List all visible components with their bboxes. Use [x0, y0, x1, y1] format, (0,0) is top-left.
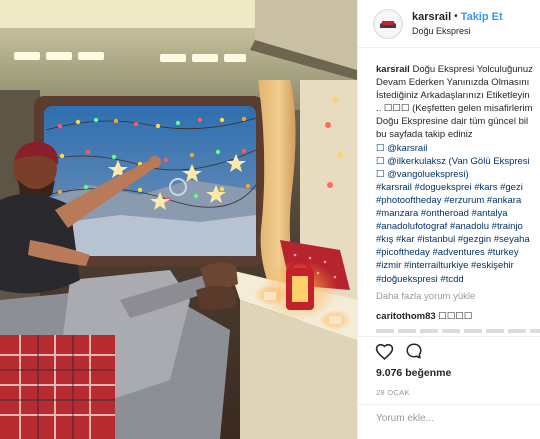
- mention-link[interactable]: ☐ @vangoluekspresi): [376, 168, 540, 181]
- caption-line: İstediğiniz Arkadaşlarınızı Etiketleyin: [376, 90, 530, 102]
- follow-button[interactable]: Takip Et: [461, 10, 503, 24]
- comment-item: caritothom83 ☐☐☐☐: [376, 311, 472, 322]
- hashtag-line[interactable]: #anadolufotograf #anadolu #trainjo: [376, 220, 540, 233]
- comment-text: ☐☐☐☐: [438, 311, 473, 322]
- header-username[interactable]: karsrail: [412, 10, 451, 24]
- comment-username[interactable]: caritothom83: [376, 311, 436, 322]
- hashtag-line[interactable]: #karsrail #dogueksprei #kars #gezi: [376, 181, 540, 194]
- caption-text: Doğu Ekspresi Yolculuğunuz: [412, 64, 533, 75]
- caption-line: bu sayfada takip ediniz: [376, 129, 473, 141]
- caption-line: Doğu Ekspresine dair tüm güncel bil: [376, 116, 529, 128]
- post-image[interactable]: [0, 0, 357, 439]
- post-sidebar: karsrail • Takip Et Doğu Ekspresi karsra…: [357, 0, 540, 439]
- comment-form: [358, 404, 540, 439]
- hashtag-line[interactable]: #photooftheday #erzurum #ankara: [376, 194, 540, 207]
- mention-link[interactable]: ☐ @karsrail: [376, 142, 540, 155]
- location-link[interactable]: Doğu Ekspresi: [412, 24, 503, 38]
- post-date[interactable]: 28 OCAK: [376, 388, 410, 397]
- heart-icon[interactable]: [374, 341, 394, 361]
- caption-username[interactable]: karsrail: [376, 64, 410, 75]
- hashtag-line[interactable]: #kış #kar #istanbul #gezgin #seyaha: [376, 233, 540, 246]
- mention-link[interactable]: ☐ @ilkerkulaksz (Van Gölü Ekspresi: [376, 155, 540, 168]
- divider: [358, 336, 540, 337]
- hashtag-line[interactable]: #manzara #ontheroad #antalya: [376, 207, 540, 220]
- comment-bubble-icon[interactable]: [404, 341, 424, 361]
- hashtag-line[interactable]: #doğuekspresi #tcdd: [376, 273, 540, 286]
- caption-line: karsrail Doğu Ekspresi Yolculuğunuz: [376, 63, 540, 76]
- comment-item-partial: [376, 327, 540, 333]
- post-caption: karsrail Doğu Ekspresi Yolculuğunuz Deva…: [376, 63, 540, 285]
- caption-line: Devam Ederken Yanınızda Olmasını: [376, 77, 530, 89]
- caption-line: .. ☐☐☐ (Keşfetten gelen misafirlerim: [376, 103, 533, 115]
- hashtag-line[interactable]: #izmir #interrailturkiye #eskişehir: [376, 259, 540, 272]
- comment-input[interactable]: [376, 413, 526, 424]
- post-header: karsrail • Takip Et Doğu Ekspresi: [358, 0, 540, 48]
- like-count[interactable]: 9.076 beğenme: [376, 367, 451, 379]
- action-bar: [374, 341, 424, 361]
- avatar[interactable]: [373, 8, 403, 39]
- load-more-comments-button[interactable]: Daha fazla yorum yükle: [376, 291, 475, 302]
- hashtag-line[interactable]: #picoftheday #adventures #turkey: [376, 246, 540, 259]
- separator-dot: •: [454, 10, 458, 22]
